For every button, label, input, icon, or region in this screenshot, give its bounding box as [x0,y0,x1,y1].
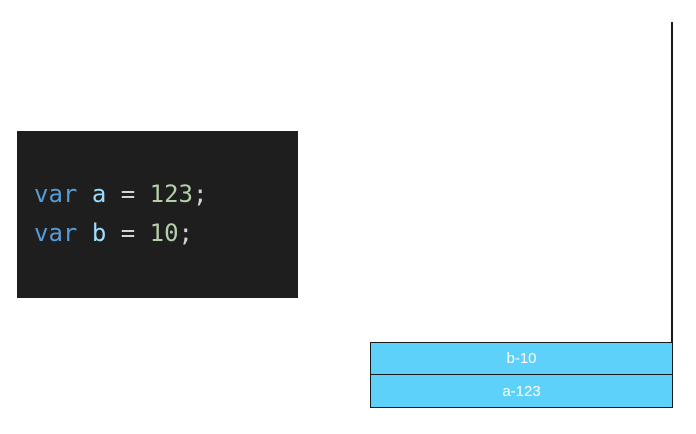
stack-cell-a: a-123 [370,375,673,408]
code-editor-panel: var a = 123; var b = 10; [17,131,298,298]
variable-name: b [91,219,107,247]
assignment-operator: = [120,219,136,247]
variable-name: a [91,180,107,208]
stack-wall [671,22,673,342]
semicolon: ; [178,219,193,247]
stack-cell-b: b-10 [370,342,673,375]
code-line-a: var a = 123; [34,175,298,214]
assignment-operator: = [120,180,136,208]
code-line-b: var b = 10; [34,214,298,253]
keyword-var: var [34,219,78,247]
number-literal: 123 [149,180,193,208]
number-literal: 10 [149,219,179,247]
keyword-var: var [34,180,78,208]
semicolon: ; [192,180,208,208]
stack-diagram: b-10 a-123 [370,342,673,408]
